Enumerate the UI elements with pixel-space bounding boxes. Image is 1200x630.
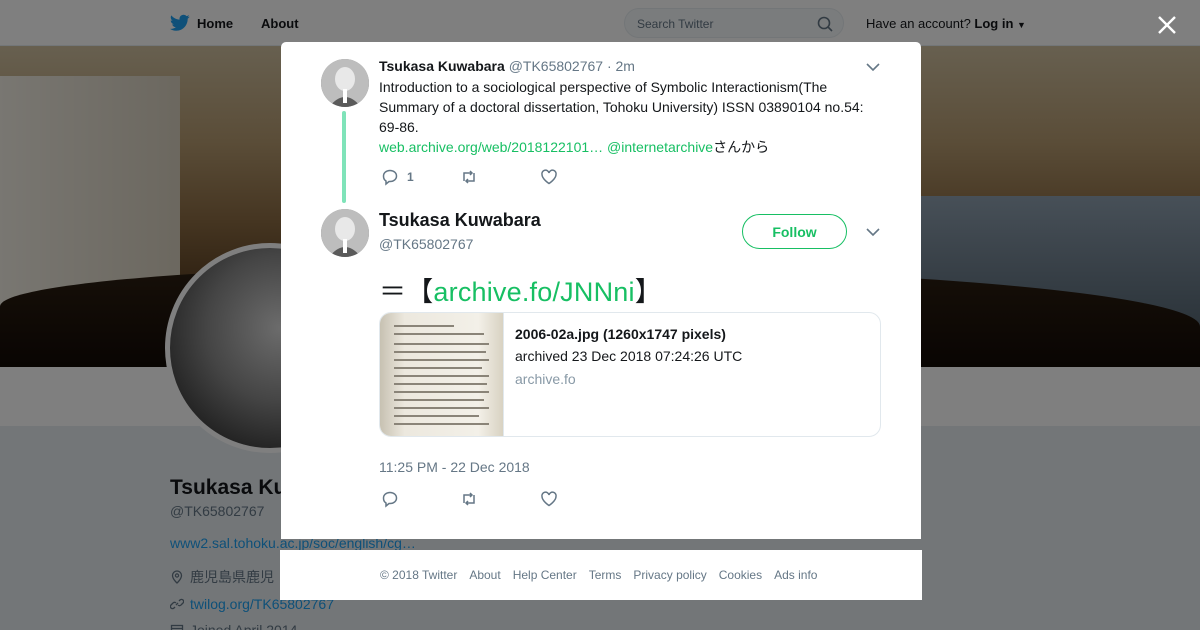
parent-reply-button[interactable]: 1 xyxy=(381,168,414,186)
parent-tweet-author-name[interactable]: Tsukasa Kuwabara xyxy=(379,58,505,74)
card-domain: archive.fo xyxy=(515,371,576,387)
parent-tweet-suffix: さんから xyxy=(713,139,770,155)
chevron-down-icon[interactable] xyxy=(866,62,880,72)
avatar-portrait-icon xyxy=(321,209,369,257)
chevron-down-icon[interactable] xyxy=(866,227,880,237)
footer-link-ads-info[interactable]: Ads info xyxy=(774,568,817,582)
footer-link-cookies[interactable]: Cookies xyxy=(719,568,762,582)
parent-tweet-mention[interactable]: @internetarchive xyxy=(607,139,713,155)
parent-tweet-link[interactable]: web.archive.org/web/2018122101… xyxy=(379,139,603,155)
parent-tweet-body: Introduction to a sociological perspecti… xyxy=(379,79,864,135)
main-tweet-suffix: 】 xyxy=(634,277,662,307)
footer-link-privacy[interactable]: Privacy policy xyxy=(633,568,706,582)
card-thumbnail xyxy=(380,313,504,436)
parent-tweet-author-handle[interactable]: @TK65802767 xyxy=(509,58,603,74)
heart-icon xyxy=(541,491,557,507)
parent-reply-count: 1 xyxy=(407,170,414,184)
reply-icon xyxy=(382,169,398,186)
parent-like-button[interactable] xyxy=(540,168,558,186)
main-tweet-author-name[interactable]: Tsukasa Kuwabara xyxy=(379,210,541,231)
retweet-icon xyxy=(463,170,475,184)
heart-icon xyxy=(541,169,557,185)
main-tweet-link[interactable]: archive.fo/JNNni xyxy=(433,277,634,307)
footer-link-terms[interactable]: Terms xyxy=(589,568,622,582)
card-description: archived 23 Dec 2018 07:24:26 UTC xyxy=(515,348,743,364)
parent-tweet-avatar[interactable] xyxy=(321,59,369,107)
main-tweet-prefix: ＝【 xyxy=(379,277,434,307)
modal-footer: © 2018 Twitter About Help Center Terms P… xyxy=(280,550,922,600)
link-preview-card[interactable]: 2006-02a.jpg (1260x1747 pixels) archived… xyxy=(379,312,881,437)
follow-button[interactable]: Follow xyxy=(742,214,847,249)
retweet-icon xyxy=(463,492,475,506)
close-icon[interactable] xyxy=(1156,14,1178,36)
main-like-button[interactable] xyxy=(540,490,558,508)
parent-tweet-header: Tsukasa Kuwabara @TK65802767 · 2m xyxy=(379,58,635,74)
tweet-modal: Tsukasa Kuwabara @TK65802767 · 2m Introd… xyxy=(281,42,921,539)
main-tweet-author-handle[interactable]: @TK65802767 xyxy=(379,236,473,252)
footer-link-about[interactable]: About xyxy=(469,568,500,582)
parent-tweet-text: Introduction to a sociological perspecti… xyxy=(379,77,879,157)
card-title: 2006-02a.jpg (1260x1747 pixels) xyxy=(515,326,726,342)
parent-tweet-time[interactable]: · 2m xyxy=(607,58,635,74)
reply-icon xyxy=(382,491,398,508)
main-tweet-avatar[interactable] xyxy=(321,209,369,257)
footer-link-help-center[interactable]: Help Center xyxy=(513,568,577,582)
avatar-portrait-icon xyxy=(321,59,369,107)
thread-connector-line xyxy=(342,111,346,203)
footer-copyright: © 2018 Twitter xyxy=(380,568,458,582)
parent-retweet-button[interactable] xyxy=(460,168,478,186)
main-tweet-timestamp[interactable]: 11:25 PM - 22 Dec 2018 xyxy=(379,459,530,475)
main-retweet-button[interactable] xyxy=(460,490,478,508)
main-reply-button[interactable] xyxy=(381,490,399,508)
main-tweet-text: ＝【archive.fo/JNNni】 xyxy=(379,270,662,309)
